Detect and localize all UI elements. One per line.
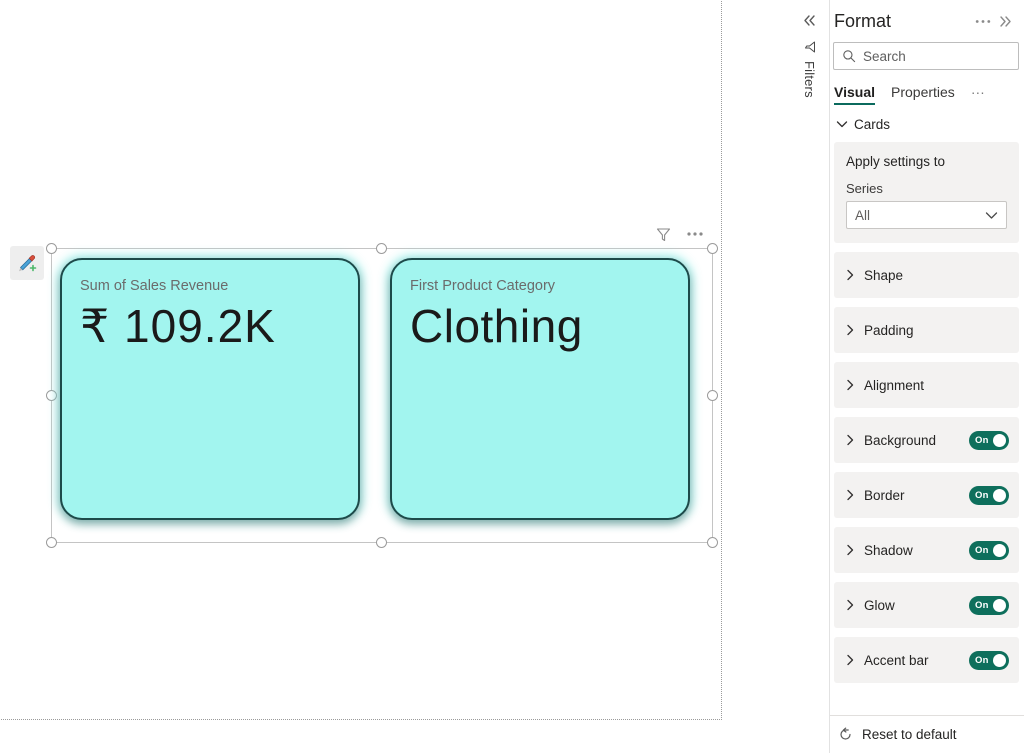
filters-rail: Filters bbox=[789, 0, 830, 753]
power-bi-report-editor: Sum of Sales Revenue ₹ 109.2K First Prod… bbox=[0, 0, 1024, 753]
chevron-right-icon bbox=[846, 544, 855, 556]
format-pane-tabs: Visual Properties ··· bbox=[830, 70, 1024, 105]
accordion-label: Padding bbox=[864, 322, 914, 338]
accordion-label: Shape bbox=[864, 267, 904, 283]
filters-pane-toggle[interactable]: Filters bbox=[789, 40, 830, 98]
format-painter-button[interactable] bbox=[10, 246, 44, 280]
toggle-state-label: On bbox=[975, 544, 989, 556]
resize-handle-middle-right[interactable] bbox=[707, 389, 718, 401]
tab-visual[interactable]: Visual bbox=[834, 84, 875, 105]
toggle-state-label: On bbox=[975, 599, 989, 611]
toggle-knob bbox=[993, 598, 1006, 612]
search-input[interactable]: Search bbox=[833, 42, 1019, 70]
card-label: First Product Category bbox=[410, 278, 556, 294]
toggle-knob bbox=[993, 488, 1006, 502]
chevron-double-right-icon[interactable] bbox=[994, 10, 1016, 32]
paint-brush-plus-icon bbox=[19, 255, 37, 272]
border-toggle[interactable]: On bbox=[969, 485, 1009, 505]
card-item[interactable]: Sum of Sales Revenue ₹ 109.2K bbox=[60, 258, 360, 520]
glow-toggle[interactable]: On bbox=[969, 595, 1009, 615]
toggle-state-label: On bbox=[975, 489, 989, 501]
accordion-label: Accent bar bbox=[864, 652, 929, 668]
series-dropdown[interactable]: All bbox=[846, 201, 1007, 229]
resize-handle-top-right[interactable] bbox=[707, 243, 718, 254]
toggle-knob bbox=[993, 433, 1006, 447]
page-title: Format bbox=[834, 10, 892, 31]
series-field-label: Series bbox=[846, 181, 883, 196]
search-container: Search bbox=[830, 42, 1024, 70]
toggle-knob bbox=[993, 653, 1006, 667]
accordion-label: Alignment bbox=[864, 377, 925, 393]
search-placeholder: Search bbox=[863, 48, 906, 64]
accordion-alignment[interactable]: Alignment bbox=[834, 362, 1019, 408]
card-item[interactable]: First Product Category Clothing bbox=[390, 258, 690, 520]
chevron-down-icon bbox=[836, 121, 848, 128]
resize-handle-bottom-center[interactable] bbox=[376, 537, 387, 548]
resize-handle-bottom-right[interactable] bbox=[707, 537, 718, 548]
apply-settings-group: Apply settings to Series All bbox=[834, 142, 1019, 243]
funnel-icon[interactable] bbox=[655, 226, 672, 243]
chevron-right-icon bbox=[846, 324, 855, 336]
report-canvas-area: Sum of Sales Revenue ₹ 109.2K First Prod… bbox=[0, 0, 789, 753]
accordion-shadow[interactable]: Shadow On bbox=[834, 527, 1019, 573]
card-value: Clothing bbox=[410, 300, 583, 352]
chevron-right-icon bbox=[846, 269, 855, 281]
chevron-right-icon bbox=[846, 489, 855, 501]
tabs-more-icon[interactable]: ··· bbox=[971, 84, 985, 105]
accordion-glow[interactable]: Glow On bbox=[834, 582, 1019, 628]
reset-label: Reset to default bbox=[862, 727, 957, 742]
format-pane-header: Format bbox=[830, 0, 1024, 42]
resize-handle-top-left[interactable] bbox=[46, 243, 57, 254]
toggle-state-label: On bbox=[975, 654, 989, 666]
funnel-icon bbox=[804, 41, 815, 53]
toggle-knob bbox=[993, 543, 1006, 557]
search-icon bbox=[843, 50, 856, 63]
format-pane: Format Search Visual Properties ··· Card… bbox=[830, 0, 1024, 753]
card-label: Sum of Sales Revenue bbox=[80, 278, 229, 294]
background-toggle[interactable]: On bbox=[969, 430, 1009, 450]
accordion-label: Shadow bbox=[864, 542, 913, 558]
chevron-down-icon bbox=[985, 211, 998, 219]
reset-arrow-icon bbox=[840, 727, 851, 740]
chevron-right-icon bbox=[846, 599, 855, 611]
accordion-label: Background bbox=[864, 432, 937, 448]
resize-handle-middle-left[interactable] bbox=[46, 389, 57, 401]
reset-to-default-button[interactable]: Reset to default bbox=[830, 715, 1024, 753]
chevron-right-icon bbox=[846, 654, 855, 666]
collapse-pane-button[interactable] bbox=[796, 8, 823, 33]
format-settings-list: Apply settings to Series All Shape Paddi… bbox=[830, 142, 1024, 715]
more-options-icon[interactable] bbox=[686, 231, 704, 237]
chevron-double-left-icon bbox=[804, 15, 815, 26]
accordion-accent-bar[interactable]: Accent bar On bbox=[834, 637, 1019, 683]
shadow-toggle[interactable]: On bbox=[969, 540, 1009, 560]
accordion-label: Border bbox=[864, 487, 905, 503]
section-header-cards[interactable]: Cards bbox=[830, 105, 1024, 142]
accordion-border[interactable]: Border On bbox=[834, 472, 1019, 518]
card-value: ₹ 109.2K bbox=[80, 300, 276, 352]
resize-handle-top-center[interactable] bbox=[376, 243, 387, 254]
accordion-background[interactable]: Background On bbox=[834, 417, 1019, 463]
section-label: Cards bbox=[854, 117, 891, 132]
chevron-right-icon bbox=[846, 434, 855, 446]
chevron-right-icon bbox=[846, 379, 855, 391]
accordion-padding[interactable]: Padding bbox=[834, 307, 1019, 353]
card-visual[interactable]: Sum of Sales Revenue ₹ 109.2K First Prod… bbox=[60, 258, 705, 533]
series-selected-value: All bbox=[855, 207, 871, 223]
toggle-state-label: On bbox=[975, 434, 989, 446]
accordion-label: Glow bbox=[864, 597, 895, 613]
tab-properties[interactable]: Properties bbox=[891, 84, 955, 105]
resize-handle-bottom-left[interactable] bbox=[46, 537, 57, 548]
filters-label: Filters bbox=[802, 61, 817, 98]
accordion-shape[interactable]: Shape bbox=[834, 252, 1019, 298]
apply-settings-title: Apply settings to bbox=[846, 154, 946, 169]
accent-bar-toggle[interactable]: On bbox=[969, 650, 1009, 670]
visual-header-icons bbox=[655, 222, 715, 246]
more-options-icon[interactable] bbox=[972, 10, 994, 32]
